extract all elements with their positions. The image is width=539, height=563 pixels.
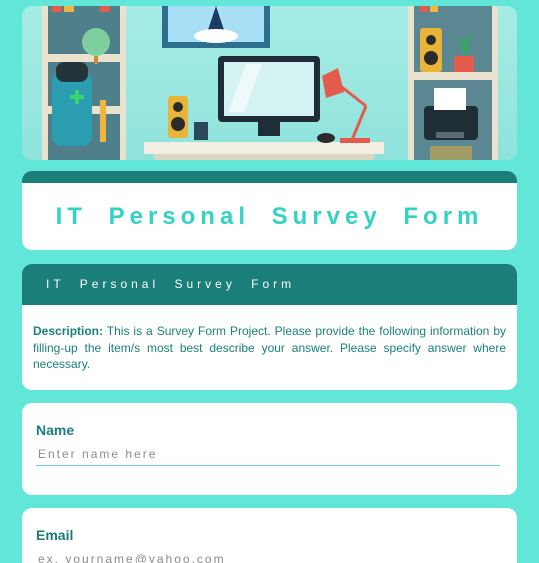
form-header: IT Personal Survey Form bbox=[22, 264, 517, 305]
description-label: Description: bbox=[33, 324, 104, 338]
description-body: This is a Survey Form Project. Please pr… bbox=[33, 324, 506, 371]
title-card-accent-bar bbox=[22, 171, 517, 183]
email-label: Email bbox=[36, 527, 74, 543]
name-label: Name bbox=[36, 422, 75, 438]
description-text: Description: This is a Survey Form Proje… bbox=[22, 305, 517, 373]
name-field-card: Name bbox=[22, 403, 517, 495]
title-card: IT Personal Survey Form bbox=[22, 171, 517, 250]
name-input[interactable] bbox=[36, 443, 500, 466]
email-input[interactable] bbox=[36, 548, 500, 563]
description-card: IT Personal Survey Form Description: Thi… bbox=[22, 264, 517, 390]
page-title: IT Personal Survey Form bbox=[55, 203, 484, 230]
email-field-card: Email bbox=[22, 508, 517, 563]
survey-page: IT Personal Survey Form IT Personal Surv… bbox=[0, 0, 539, 563]
workspace-banner-image bbox=[22, 6, 517, 160]
